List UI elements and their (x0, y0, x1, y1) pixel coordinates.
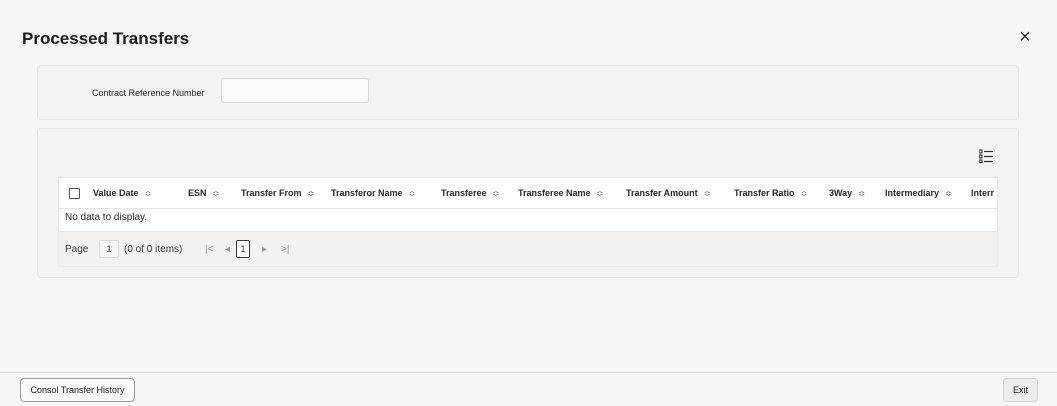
col-transferee-name[interactable]: Transferee Name ≎ (518, 178, 603, 208)
column-chooser-icon[interactable] (979, 149, 993, 163)
sort-icon[interactable]: ≎ (409, 189, 416, 198)
sort-icon[interactable]: ≎ (493, 189, 500, 198)
footer-divider (0, 372, 1057, 373)
empty-message: No data to display. (65, 212, 148, 223)
col-intermediary-truncated[interactable]: Interr (971, 178, 994, 208)
items-count: (0 of 0 items) (124, 244, 183, 255)
col-transfer-ratio[interactable]: Transfer Ratio ≎ (734, 178, 807, 208)
sort-icon[interactable]: ≎ (145, 189, 152, 198)
exit-button[interactable]: Exit (1003, 378, 1038, 402)
col-3way[interactable]: 3Way ≎ (829, 178, 865, 208)
col-transferee[interactable]: Transferee ≎ (441, 178, 499, 208)
dialog-title: Processed Transfers (22, 29, 190, 48)
sort-icon[interactable]: ≎ (704, 189, 711, 198)
consol-transfer-history-button[interactable]: Consol Transfer History (20, 378, 135, 402)
first-page-icon[interactable]: |< (205, 244, 213, 255)
col-transfer-amount[interactable]: Transfer Amount ≎ (626, 178, 710, 208)
results-panel: Value Date ≎ ESN ≎ Transfer From ≎ Transfer… (37, 128, 1019, 278)
sort-icon[interactable]: ≎ (597, 189, 604, 198)
table-header: Value Date ≎ ESN ≎ Transfer From ≎ Transfer… (59, 178, 997, 209)
sort-icon[interactable]: ≎ (945, 189, 952, 198)
contract-reference-label: Contract Reference Number (92, 88, 205, 98)
next-page-icon[interactable]: ▸ (262, 244, 267, 255)
sort-icon[interactable]: ≎ (858, 189, 865, 198)
contract-reference-input[interactable] (221, 78, 369, 103)
transfers-table: Value Date ≎ ESN ≎ Transfer From ≎ Transfer… (58, 177, 998, 267)
col-transfer-from[interactable]: Transfer From ≎ (241, 178, 314, 208)
close-icon[interactable]: × (1015, 27, 1035, 47)
last-page-icon[interactable]: >| (281, 244, 289, 255)
sort-icon[interactable]: ≎ (308, 189, 315, 198)
sort-icon[interactable]: ≎ (801, 189, 808, 198)
prev-page-icon[interactable]: ◂ (225, 244, 230, 255)
pagination-bar: Page 1 (0 of 0 items) |< ◂ 1 ▸ >| (59, 231, 997, 266)
page-label: Page (65, 244, 89, 255)
col-value-date[interactable]: Value Date ≎ (93, 178, 151, 208)
select-all-checkbox[interactable] (69, 188, 80, 199)
filter-panel: Contract Reference Number (37, 65, 1019, 120)
col-esn[interactable]: ESN ≎ (188, 178, 219, 208)
current-page-button[interactable]: 1 (236, 240, 250, 258)
col-transferor-name[interactable]: Transferor Name ≎ (331, 178, 415, 208)
sort-icon[interactable]: ≎ (213, 189, 220, 198)
col-intermediary[interactable]: Intermediary ≎ (885, 178, 952, 208)
page-input[interactable]: 1 (99, 240, 119, 258)
